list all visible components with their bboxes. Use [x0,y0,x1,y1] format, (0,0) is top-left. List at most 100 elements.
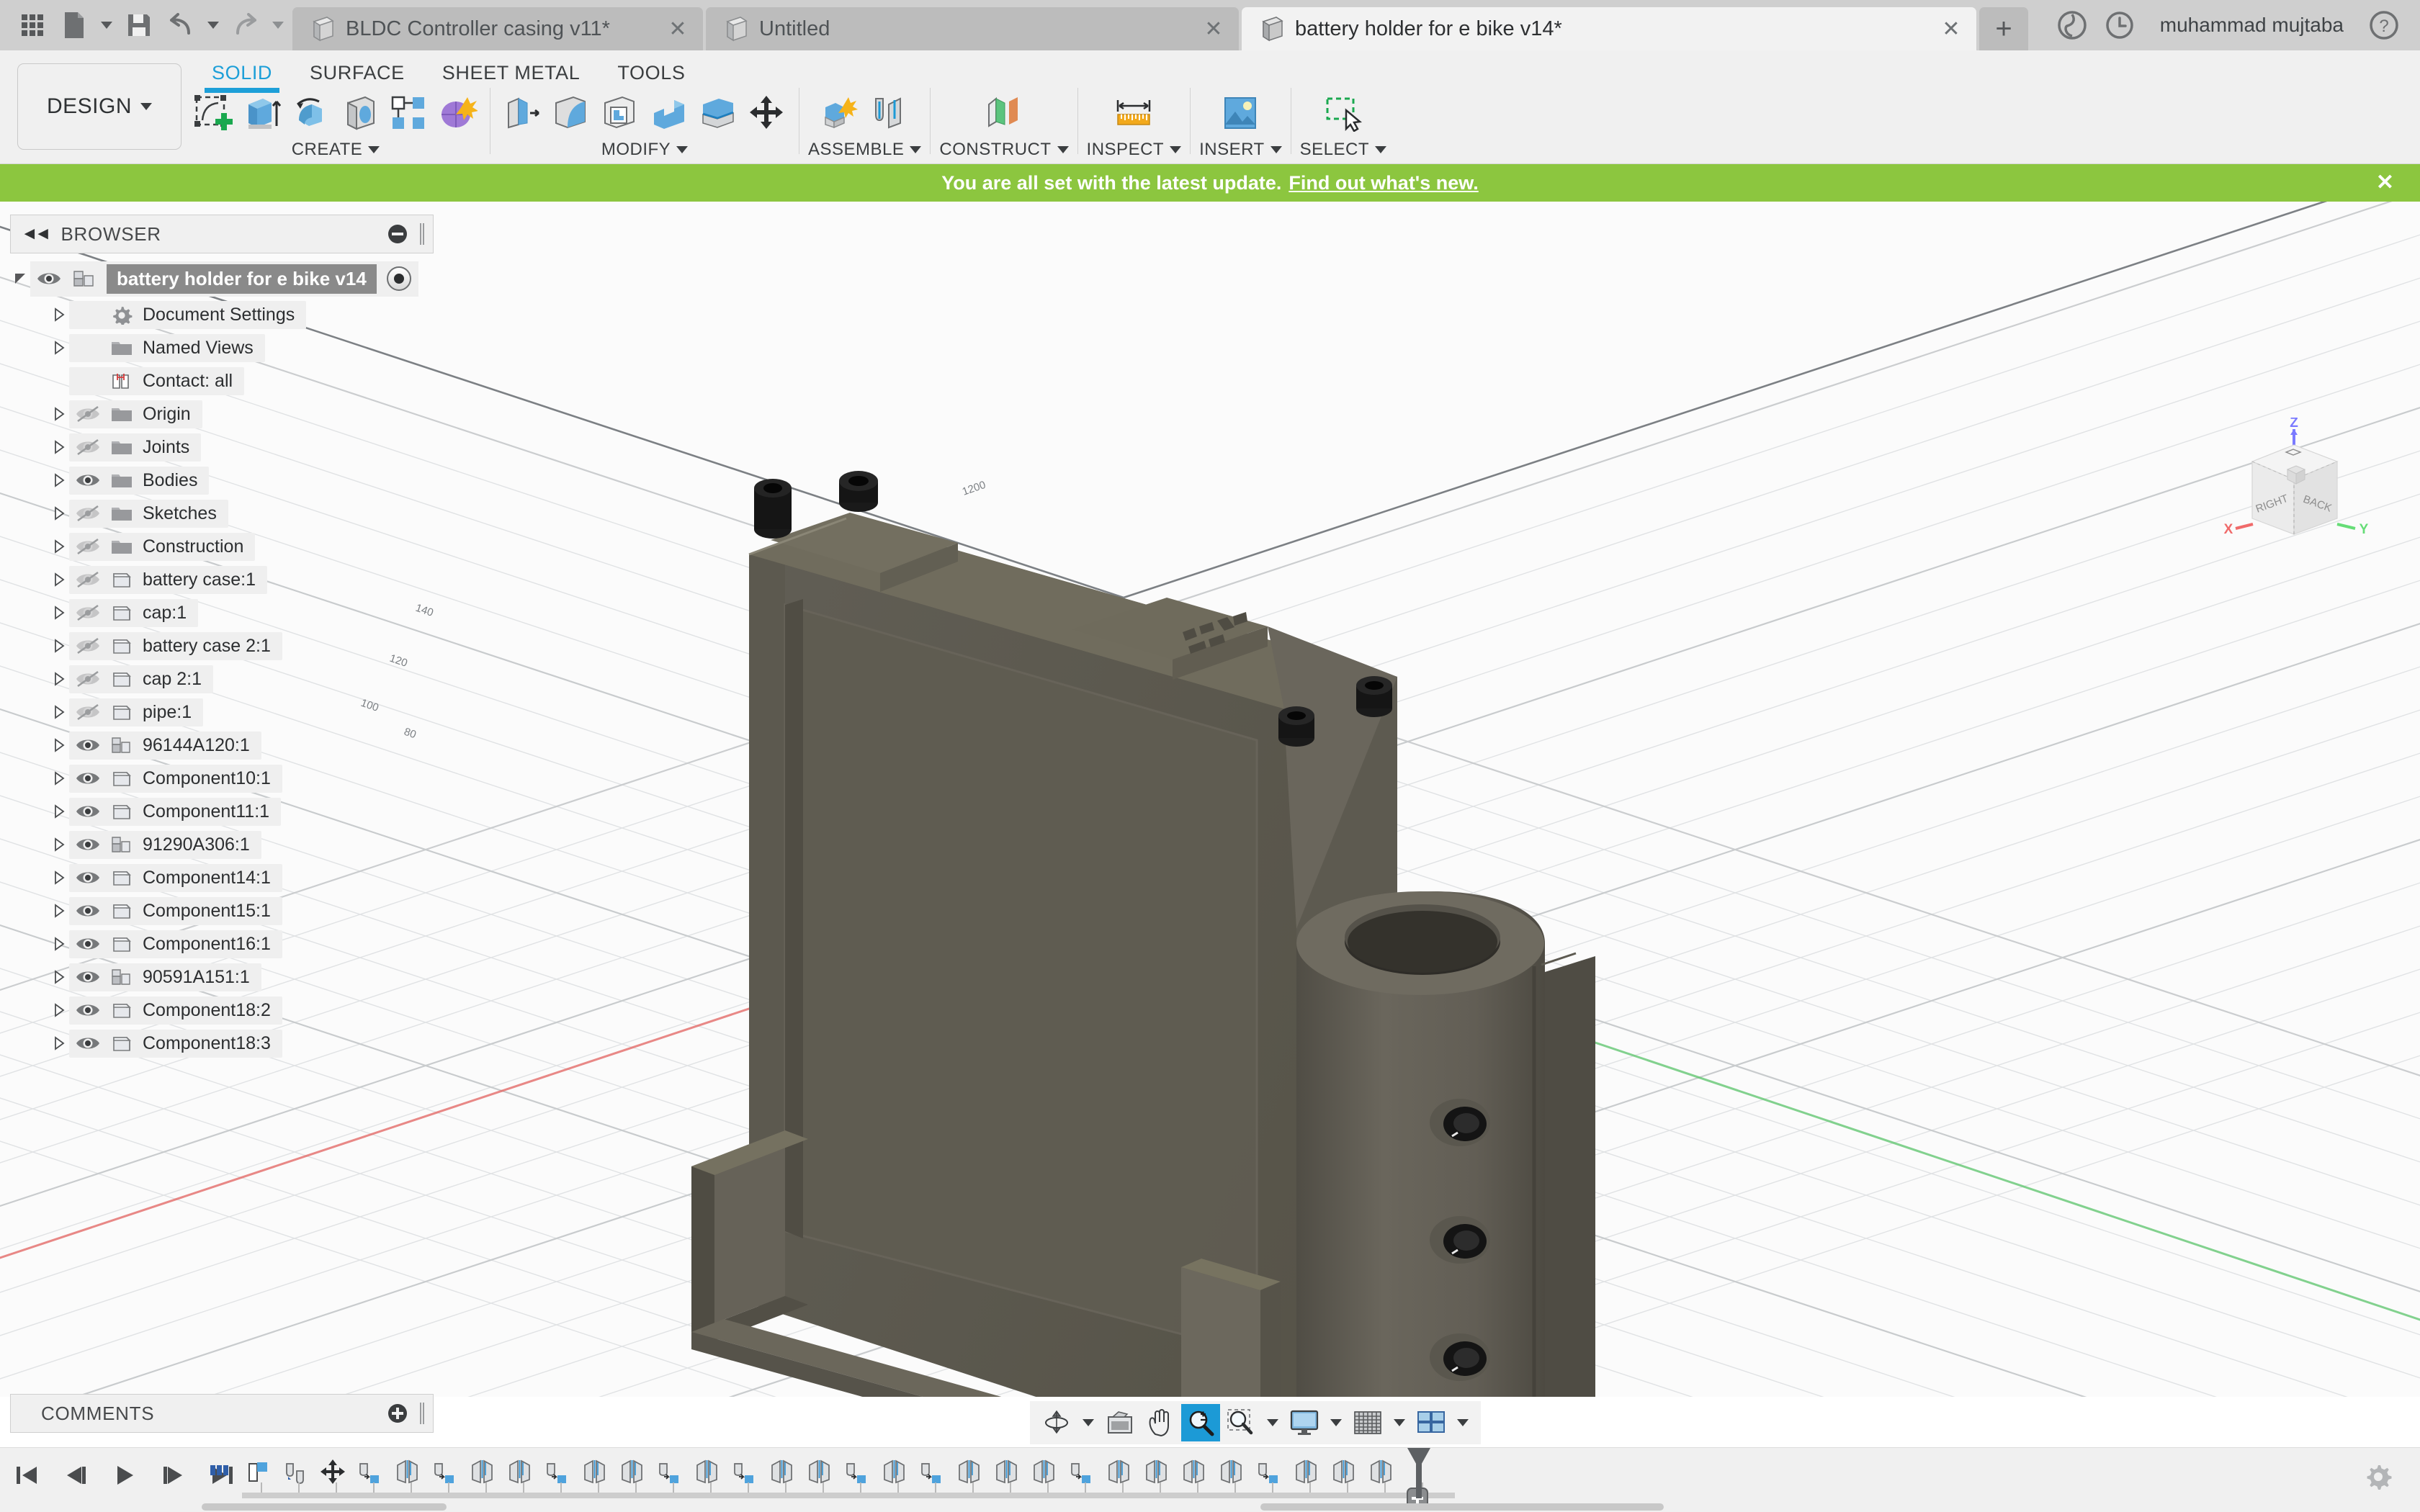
look-at-icon[interactable] [1101,1404,1139,1441]
banner-link[interactable]: Find out what's new. [1289,172,1478,194]
timeline-feature[interactable] [689,1452,726,1491]
view-cube[interactable]: Z X Y RIGHT BACK [2211,418,2377,554]
minus-circle-icon[interactable] [388,225,407,243]
press-pull-icon[interactable] [499,91,545,135]
measure-icon[interactable] [1111,91,1157,135]
tree-item-content[interactable]: Named Views [69,334,265,362]
move-icon[interactable] [318,1457,347,1487]
ribbon-group-label-modify[interactable]: MODIFY [601,140,688,160]
timeline-feature[interactable] [277,1452,314,1491]
apps-grid-icon[interactable] [13,6,52,45]
pattern-icon[interactable] [386,91,432,135]
timeline-feature[interactable] [1363,1452,1400,1491]
timeline-settings-gear-icon[interactable] [2362,1461,2396,1494]
collapse-left-icon[interactable]: ◄◄ [21,224,48,244]
viewports-dropdown-caret[interactable] [1452,1404,1474,1441]
tree-item-row[interactable]: 96144A120:1 [10,729,434,762]
tree-item-row[interactable]: Origin [10,397,434,431]
tree-item-row[interactable]: Joints [10,431,434,464]
expand-toggle[interactable] [49,638,69,654]
new-component-icon[interactable] [817,91,864,135]
visibility-eye-icon[interactable] [36,269,62,288]
timeline-feature[interactable] [614,1452,651,1491]
timeline-feature[interactable] [726,1452,763,1491]
revolve-icon[interactable] [288,91,334,135]
select-window-icon[interactable] [1320,91,1366,135]
parameters-icon[interactable] [206,1457,235,1487]
save-icon[interactable] [120,6,158,45]
mirror-icon[interactable] [1217,1457,1246,1487]
expand-toggle[interactable] [49,605,69,621]
tree-item-row[interactable]: battery case 2:1 [10,629,434,662]
recent-activity-icon[interactable] [2099,5,2140,45]
expand-toggle[interactable] [49,969,69,985]
grid-snaps-icon[interactable] [1348,1404,1387,1441]
timeline-feature[interactable] [464,1452,501,1491]
timeline-feature[interactable] [1063,1452,1101,1491]
timeline-feature[interactable] [239,1452,277,1491]
split-face-icon[interactable] [695,91,741,135]
visibility-eye-icon[interactable] [75,736,101,755]
expand-toggle[interactable] [49,472,69,488]
mirror-icon[interactable] [1330,1457,1358,1487]
expand-toggle[interactable] [49,1002,69,1018]
fit-dropdown-caret[interactable] [1262,1404,1283,1441]
tree-item-row[interactable]: Component11:1 [10,795,434,828]
mirror-icon[interactable] [880,1457,909,1487]
move-copy-icon[interactable] [744,91,790,135]
timeline-feature[interactable] [1288,1452,1325,1491]
mirror-icon[interactable] [1105,1457,1134,1487]
workspace-selector[interactable]: DESIGN [17,63,182,150]
zoom-icon[interactable] [1181,1404,1220,1441]
ribbon-group-label-inspect[interactable]: INSPECT [1087,140,1182,160]
mirror-icon[interactable] [581,1457,609,1487]
sweep-icon[interactable] [337,91,383,135]
tree-item-row[interactable]: Named Views [10,331,434,364]
document-tab-1[interactable]: BLDC Controller casing v11* ✕ [292,7,703,50]
expand-toggle[interactable] [49,671,69,687]
expand-toggle[interactable] [49,307,69,323]
redo-dropdown-caret[interactable] [268,6,288,45]
ribbon-tab-solid[interactable]: SOLID [193,56,291,91]
visibility-hidden-eye-icon[interactable] [75,670,101,688]
visibility-eye-icon[interactable] [75,802,101,821]
visibility-hidden-eye-icon[interactable] [75,603,101,622]
joint-icon[interactable] [866,91,913,135]
extrude-icon[interactable] [843,1457,871,1487]
expand-toggle[interactable] [49,770,69,786]
timeline-feature[interactable] [951,1452,988,1491]
timeline-feature[interactable] [651,1452,689,1491]
visibility-eye-icon[interactable] [75,935,101,953]
orbit-icon[interactable] [1037,1404,1076,1441]
tree-item-content[interactable]: cap:1 [69,599,198,627]
extrude-icon[interactable] [1255,1457,1283,1487]
ribbon-group-label-insert[interactable]: INSERT [1199,140,1282,160]
ribbon-group-label-construct[interactable]: CONSTRUCT [939,140,1068,160]
timeline-feature[interactable] [988,1452,1026,1491]
timeline-feature[interactable] [202,1452,239,1491]
extrude-icon[interactable] [730,1457,759,1487]
pan-icon[interactable] [1141,1404,1180,1441]
expand-toggle[interactable] [49,340,69,356]
expand-toggle[interactable] [49,804,69,819]
tree-item-content[interactable]: Component16:1 [69,930,282,958]
mirror-icon[interactable] [1142,1457,1171,1487]
timeline-feature[interactable] [1138,1452,1175,1491]
timeline-feature[interactable] [1213,1452,1250,1491]
tree-item-row[interactable]: Component15:1 [10,894,434,927]
expand-toggle[interactable] [49,737,69,753]
document-tab-close-icon[interactable]: ✕ [666,17,690,42]
tree-item-row[interactable]: Component16:1 [10,927,434,960]
fit-icon[interactable] [1222,1404,1260,1441]
combine-icon[interactable] [646,91,692,135]
visibility-hidden-eye-icon[interactable] [75,504,101,523]
ribbon-group-label-create[interactable]: CREATE [292,140,380,160]
extrude-icon[interactable] [543,1457,572,1487]
timeline-feature[interactable] [1026,1452,1063,1491]
user-name[interactable]: muhammad mujtaba [2147,14,2357,37]
visibility-eye-icon[interactable] [75,1034,101,1053]
mirror-icon[interactable] [468,1457,497,1487]
ribbon-group-label-assemble[interactable]: ASSEMBLE [808,140,921,160]
plus-circle-icon[interactable] [388,1404,407,1423]
tree-item-row[interactable]: Component14:1 [10,861,434,894]
